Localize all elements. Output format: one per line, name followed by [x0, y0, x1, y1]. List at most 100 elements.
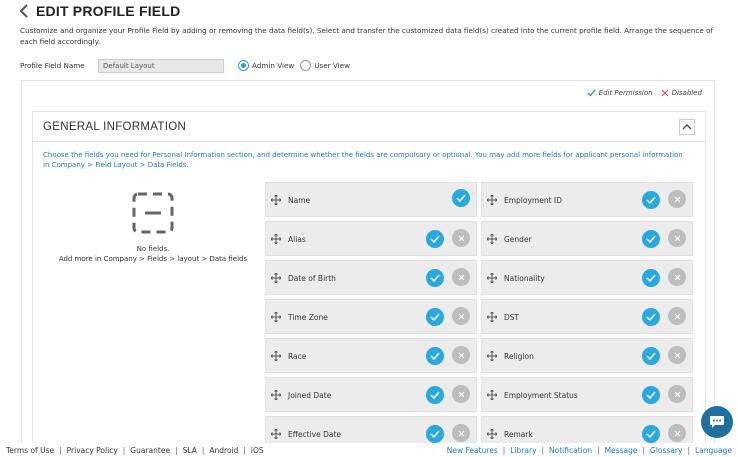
general-information-section: GENERAL INFORMATION Choose the fields yo… [32, 111, 706, 457]
footer-separator: | [59, 445, 62, 455]
disable-field-button[interactable] [668, 385, 686, 403]
chat-button[interactable] [701, 406, 733, 438]
footer-link[interactable]: Privacy Policy [67, 446, 118, 455]
disable-field-button[interactable] [668, 307, 686, 325]
check-icon [430, 352, 440, 360]
field-card[interactable]: Employment Status [481, 377, 693, 412]
field-card[interactable]: Nationality [481, 260, 693, 295]
edit-permission-toggle[interactable] [642, 347, 660, 365]
footer-link[interactable]: Guarantee [130, 446, 170, 455]
footer-link[interactable]: Notification [549, 446, 592, 455]
check-icon [646, 430, 656, 438]
drag-move-icon[interactable] [270, 194, 282, 206]
field-card[interactable]: Alias [265, 221, 477, 256]
drag-move-icon[interactable] [270, 233, 282, 245]
close-icon [674, 352, 681, 359]
profile-field-name-input[interactable] [98, 58, 224, 73]
disable-field-button[interactable] [452, 307, 470, 325]
check-icon [430, 430, 440, 438]
edit-permission-toggle[interactable] [642, 269, 660, 287]
page-header: EDIT PROFILE FIELD [18, 3, 180, 19]
drag-move-icon[interactable] [486, 233, 498, 245]
drag-move-icon[interactable] [270, 350, 282, 362]
disable-field-button[interactable] [668, 424, 686, 442]
footer-link[interactable]: Language [695, 446, 732, 455]
close-icon [458, 430, 465, 437]
disable-field-button[interactable] [668, 190, 686, 208]
footer-link[interactable]: SLA [183, 446, 197, 455]
edit-permission-toggle[interactable] [426, 425, 444, 443]
field-label: DST [504, 313, 520, 322]
drag-move-icon[interactable] [486, 389, 498, 401]
collapse-button[interactable] [679, 118, 695, 135]
radio-unselected-icon[interactable] [300, 60, 312, 71]
footer: Terms of Use | Privacy Policy | Guarantee | SL… [0, 443, 738, 457]
footer-link[interactable]: New Features [447, 446, 498, 455]
field-label: Religion [504, 352, 534, 361]
edit-permission-toggle[interactable] [426, 347, 444, 365]
footer-link[interactable]: Terms of Use [6, 446, 54, 455]
edit-permission-toggle[interactable] [426, 386, 444, 404]
disable-field-button[interactable] [452, 346, 470, 364]
disable-field-button[interactable] [668, 229, 686, 247]
field-label: Gender [504, 235, 532, 244]
drag-move-icon[interactable] [486, 272, 498, 284]
section-header: GENERAL INFORMATION [33, 112, 705, 142]
footer-link[interactable]: Android [209, 446, 238, 455]
disable-field-button[interactable] [452, 385, 470, 403]
close-icon [674, 391, 681, 398]
check-icon [587, 89, 596, 97]
edit-permission-toggle[interactable] [452, 189, 470, 207]
radio-selected-icon[interactable] [238, 60, 249, 71]
profile-layout-panel: Edit Permission Disabled GENERAL INFORMA… [21, 80, 715, 457]
footer-link[interactable]: iOS [251, 446, 264, 455]
close-icon [458, 391, 465, 398]
edit-permission-toggle[interactable] [642, 191, 660, 209]
footer-separator: | [642, 445, 646, 455]
edit-permission-toggle[interactable] [426, 308, 444, 326]
field-card[interactable]: Employment ID [481, 182, 693, 217]
edit-permission-toggle[interactable] [426, 230, 444, 248]
field-card[interactable]: Name [265, 182, 477, 217]
close-icon [458, 352, 465, 359]
field-card[interactable]: Gender [481, 221, 693, 256]
drag-move-icon[interactable] [486, 350, 498, 362]
disable-field-button[interactable] [452, 424, 470, 442]
field-card[interactable]: Religion [481, 338, 693, 373]
disable-field-button[interactable] [452, 229, 470, 247]
drag-move-icon[interactable] [486, 194, 498, 206]
close-icon [458, 235, 465, 242]
drag-move-icon[interactable] [270, 272, 282, 284]
edit-permission-toggle[interactable] [642, 386, 660, 404]
field-card[interactable]: Date of Birth [265, 260, 477, 295]
disable-field-button[interactable] [668, 346, 686, 364]
admin-view-radio[interactable]: Admin View [238, 60, 294, 71]
field-card[interactable]: DST [481, 299, 693, 334]
drag-move-icon[interactable] [270, 311, 282, 323]
field-card[interactable]: Joined Date [265, 377, 477, 412]
disable-field-button[interactable] [452, 268, 470, 286]
user-view-radio[interactable]: User View [300, 60, 350, 71]
check-icon [430, 235, 440, 243]
check-icon [456, 194, 466, 202]
legend-disabled: Disabled [661, 89, 702, 97]
close-icon [661, 89, 668, 97]
close-icon [674, 430, 681, 437]
field-card[interactable]: Race [265, 338, 477, 373]
footer-separator: | [597, 445, 600, 455]
footer-link[interactable]: Message [605, 446, 638, 455]
edit-permission-toggle[interactable] [642, 425, 660, 443]
footer-link[interactable]: Glossary [650, 446, 682, 455]
disable-field-button[interactable] [668, 268, 686, 286]
drag-move-icon[interactable] [486, 428, 498, 440]
page-description: Customize and organize your Profile Fiel… [20, 26, 713, 46]
edit-permission-toggle[interactable] [426, 269, 444, 287]
drag-move-icon[interactable] [270, 428, 282, 440]
field-card[interactable]: Time Zone [265, 299, 477, 334]
footer-link[interactable]: Library [510, 446, 536, 455]
edit-permission-toggle[interactable] [642, 308, 660, 326]
drag-move-icon[interactable] [486, 311, 498, 323]
drag-move-icon[interactable] [270, 389, 282, 401]
edit-permission-toggle[interactable] [642, 230, 660, 248]
back-arrow-icon[interactable] [18, 3, 30, 19]
